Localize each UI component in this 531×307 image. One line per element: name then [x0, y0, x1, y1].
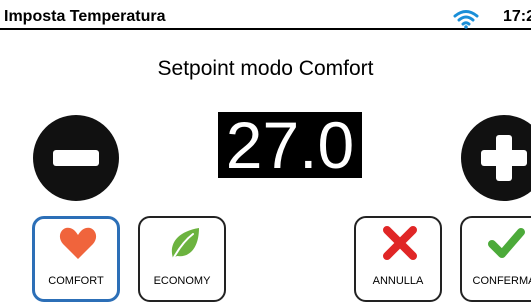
heart-icon [59, 227, 97, 259]
mode-subtitle: Setpoint modo Comfort [157, 57, 374, 80]
minus-icon [53, 150, 99, 166]
cancel-label: ANNULLA [372, 275, 424, 287]
economy-label: ECONOMY [153, 275, 211, 287]
confirm-button[interactable]: CONFERMA [460, 216, 531, 302]
comfort-button[interactable]: COMFORT [32, 216, 120, 302]
check-icon [488, 228, 525, 258]
status-bar: Imposta Temperatura 17:2 [0, 0, 531, 30]
comfort-label: COMFORT [48, 275, 104, 287]
plus-icon [481, 135, 527, 181]
increase-button[interactable] [461, 115, 531, 201]
cross-icon [383, 226, 417, 260]
clock: 17:2 [503, 8, 531, 25]
setpoint-value: 27.0 [218, 112, 362, 178]
economy-button[interactable]: ECONOMY [138, 216, 226, 302]
cancel-button[interactable]: ANNULLA [354, 216, 442, 302]
confirm-label: CONFERMA [472, 275, 531, 287]
wifi-icon [453, 10, 479, 29]
leaf-icon [171, 228, 199, 260]
decrease-button[interactable] [33, 115, 119, 201]
window-title: Imposta Temperatura [4, 8, 166, 25]
